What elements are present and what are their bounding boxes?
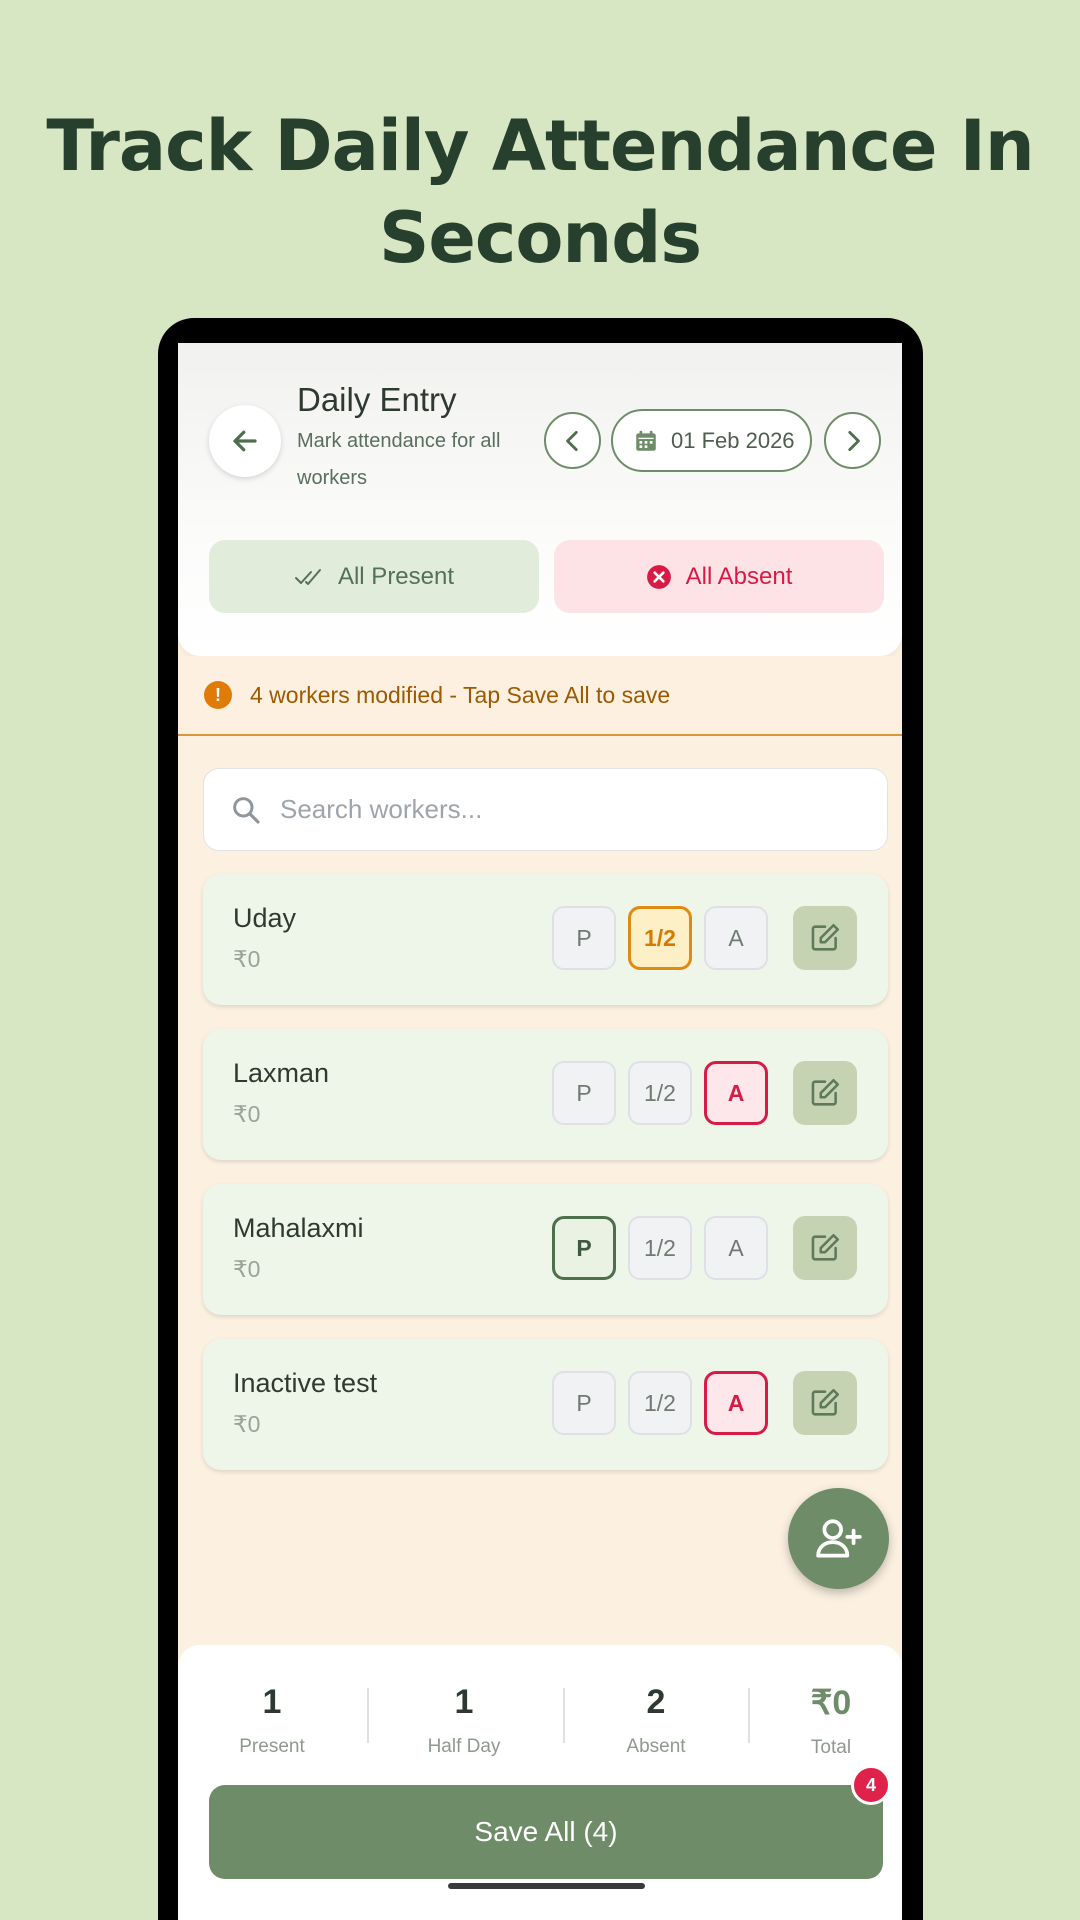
all-present-button[interactable]: All Present (209, 540, 539, 613)
date-label: 01 Feb 2026 (671, 427, 795, 453)
edit-icon (811, 923, 840, 951)
mark-absent-button[interactable]: A (704, 906, 768, 970)
cancel-circle-icon (646, 564, 671, 589)
search-icon (233, 796, 260, 824)
page-title: Daily Entry (297, 381, 457, 418)
save-all-button[interactable]: Save All (4) (209, 1785, 883, 1879)
headline-line-1: Track Daily Attendance In (46, 105, 1034, 187)
chevron-left-icon (565, 430, 578, 451)
worker-card[interactable]: Inactive test ₹0 P 1/2 A (203, 1339, 888, 1470)
mark-present-button[interactable]: P (552, 906, 616, 970)
mark-half-day-button[interactable]: 1/2 (628, 1216, 692, 1280)
stat-present: 1 Present (202, 1683, 342, 1758)
stat-total-value: ₹0 (810, 1684, 852, 1722)
warning-icon: ! (204, 681, 232, 709)
search-bar[interactable]: Search workers... (203, 768, 888, 851)
unsaved-count-badge: 4 (851, 1765, 891, 1805)
worker-card[interactable]: Laxman ₹0 P 1/2 A (203, 1029, 888, 1160)
edit-icon (811, 1078, 840, 1106)
worker-name: Inactive test (233, 1368, 378, 1398)
worker-name: Laxman (233, 1058, 330, 1088)
add-person-icon (815, 1518, 862, 1558)
save-all-label: Save All (4) (474, 1816, 618, 1847)
stat-absent-label: Absent (626, 1736, 686, 1757)
date-picker[interactable]: 01 Feb 2026 (611, 409, 812, 472)
summary-footer: 1 Present 1 Half Day 2 Absent ₹0 Total S… (178, 1645, 902, 1920)
stat-absent: 2 Absent (586, 1683, 726, 1758)
stat-present-value: 1 (262, 1683, 282, 1721)
stat-divider (748, 1688, 750, 1743)
worker-amount: ₹0 (233, 1411, 261, 1437)
all-absent-button[interactable]: All Absent (554, 540, 884, 613)
headline-line-2: Seconds (378, 197, 702, 279)
worker-name: Mahalaxmi (233, 1213, 364, 1243)
mark-present-button[interactable]: P (552, 1371, 616, 1435)
app-screen: Daily Entry Mark attendance for all work… (178, 343, 902, 1920)
home-indicator (448, 1883, 645, 1889)
mark-half-day-button[interactable]: 1/2 (628, 1061, 692, 1125)
mark-present-button[interactable]: P (552, 1061, 616, 1125)
stat-divider (367, 1688, 369, 1743)
unsaved-changes-banner: ! 4 workers modified - Tap Save All to s… (178, 656, 902, 736)
search-input[interactable]: Search workers... (280, 794, 482, 825)
edit-worker-button[interactable] (793, 1216, 857, 1280)
mark-absent-button[interactable]: A (704, 1216, 768, 1280)
double-check-icon (294, 568, 321, 585)
mark-absent-button[interactable]: A (704, 1371, 768, 1435)
worker-name: Uday (233, 903, 297, 933)
all-present-label: All Present (337, 562, 455, 590)
header-panel: Daily Entry Mark attendance for all work… (178, 343, 902, 656)
stat-half-day-value: 1 (454, 1683, 474, 1721)
stat-half-day-label: Half Day (427, 1736, 501, 1757)
stat-present-label: Present (239, 1736, 305, 1757)
mark-present-button[interactable]: P (552, 1216, 616, 1280)
mark-half-day-button[interactable]: 1/2 (628, 906, 692, 970)
worker-amount: ₹0 (233, 1101, 261, 1127)
next-date-button[interactable] (824, 412, 881, 469)
mark-absent-button[interactable]: A (704, 1061, 768, 1125)
back-button[interactable] (209, 405, 281, 477)
worker-card[interactable]: Mahalaxmi ₹0 P 1/2 A (203, 1184, 888, 1315)
mark-half-day-button[interactable]: 1/2 (628, 1371, 692, 1435)
stat-divider (563, 1688, 565, 1743)
page-headline: Track Daily Attendance In Seconds (0, 100, 1080, 284)
stat-half-day: 1 Half Day (394, 1683, 534, 1758)
arrow-left-icon (233, 430, 257, 452)
banner-text: 4 workers modified - Tap Save All to sav… (250, 681, 671, 708)
all-absent-label: All Absent (685, 562, 793, 590)
edit-icon (811, 1233, 840, 1261)
chevron-right-icon (847, 430, 860, 451)
add-worker-button[interactable] (788, 1488, 889, 1589)
worker-amount: ₹0 (233, 946, 261, 972)
edit-icon (811, 1388, 840, 1416)
edit-worker-button[interactable] (793, 1371, 857, 1435)
calendar-icon (636, 430, 656, 451)
stat-absent-value: 2 (646, 1683, 666, 1721)
worker-card[interactable]: Uday ₹0 P 1/2 A (203, 874, 888, 1005)
stat-total-label: Total (810, 1737, 852, 1758)
edit-worker-button[interactable] (793, 1061, 857, 1125)
edit-worker-button[interactable] (793, 906, 857, 970)
previous-date-button[interactable] (544, 412, 601, 469)
worker-amount: ₹0 (233, 1256, 261, 1282)
page-subtitle: Mark attendance for all workers (297, 430, 501, 489)
stat-total: ₹0 Total (761, 1683, 901, 1759)
